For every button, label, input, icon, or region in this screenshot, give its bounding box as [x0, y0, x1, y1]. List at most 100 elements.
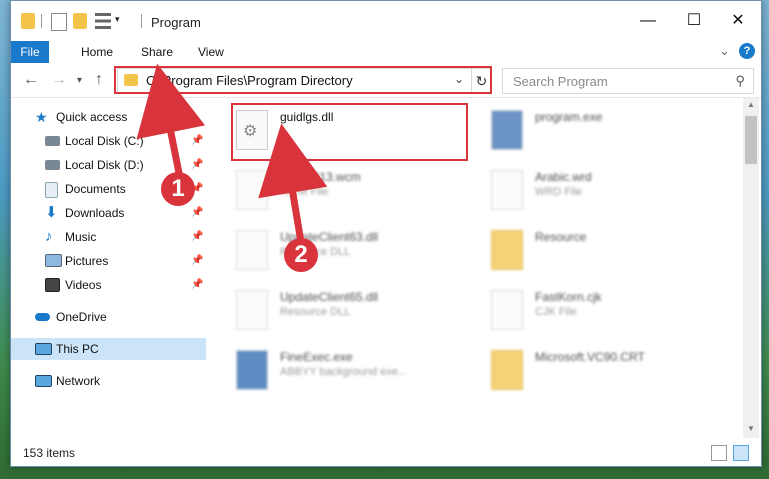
title-bar: ▾ Program — ☐ ✕: [11, 1, 761, 41]
sidebar-item-label: Pictures: [65, 254, 109, 268]
expand-ribbon-icon[interactable]: ⌄: [719, 43, 730, 59]
sidebar-item-label: Videos: [65, 278, 102, 292]
sidebar-item-label: Local Disk (C:): [65, 134, 144, 148]
list-item[interactable]: Resource: [471, 226, 711, 274]
large-icons-view-icon[interactable]: [733, 445, 749, 461]
file-type: WRD File: [535, 186, 583, 198]
sidebar-item-label: Documents: [65, 182, 126, 196]
forward-arrow-icon[interactable]: →: [51, 71, 67, 89]
pin-icon[interactable]: 📌: [191, 130, 203, 152]
new-folder-icon[interactable]: [73, 13, 87, 29]
address-highlight-box: [114, 66, 492, 94]
back-arrow-icon[interactable]: ←: [23, 71, 39, 89]
file-name: Microsoft.VC90.CRT: [535, 350, 645, 364]
tab-home[interactable]: Home: [71, 41, 123, 63]
explorer-window: ▾ Program — ☐ ✕ File Home Share View ⌄ ?…: [10, 0, 762, 467]
sidebar-item-label: OneDrive: [56, 310, 107, 324]
file-type: CJK File: [535, 306, 577, 318]
file-type: WCM File: [280, 186, 329, 198]
network-icon: [35, 375, 52, 387]
sidebar-item-label: Music: [65, 230, 97, 244]
pin-icon[interactable]: 📌: [191, 154, 203, 176]
sidebar-item-music[interactable]: ♪ Music 📌: [11, 226, 206, 248]
drive-icon: [45, 136, 60, 146]
properties-icon[interactable]: [51, 13, 67, 31]
music-icon: ♪: [45, 228, 53, 245]
list-item[interactable]: program.exe: [471, 106, 711, 154]
file-highlight-box: [231, 103, 468, 161]
pictures-icon: [45, 254, 62, 267]
maximize-button[interactable]: ☐: [679, 9, 709, 33]
list-item[interactable]: Arabic.wrd WRD File: [471, 166, 711, 214]
sidebar-item-pictures[interactable]: Pictures 📌: [11, 250, 206, 272]
list-item[interactable]: FineExec.exe ABBYY background exe...: [216, 346, 456, 394]
tab-view[interactable]: View: [188, 41, 234, 63]
file-type: ABBYY background exe...: [280, 366, 407, 378]
dll-file-icon: [236, 290, 268, 330]
drive-icon: [45, 160, 60, 170]
item-count: 153 items: [23, 446, 76, 460]
close-button[interactable]: ✕: [723, 9, 753, 33]
sidebar-item-label: Local Disk (D:): [65, 158, 144, 172]
list-item[interactable]: UpdateClient63.dll Resource DLL: [216, 226, 456, 274]
list-item[interactable]: Microsoft.VC90.CRT: [471, 346, 711, 394]
navigation-bar: ← → ▾ ↑ C:\Program Files\Program Directo…: [11, 63, 761, 98]
folder-icon: [21, 13, 35, 29]
videos-icon: [45, 278, 60, 292]
help-icon[interactable]: ?: [739, 43, 755, 59]
pin-icon[interactable]: 📌: [191, 226, 203, 248]
tab-share[interactable]: Share: [131, 41, 183, 63]
pin-icon[interactable]: 📌: [191, 202, 203, 224]
sidebar-item-videos[interactable]: Videos 📌: [11, 274, 206, 296]
list-item[interactable]: InfoWP13.wcm WCM File: [216, 166, 456, 214]
search-placeholder: Search Program: [513, 74, 608, 89]
list-item[interactable]: FastKorn.cjk CJK File: [471, 286, 711, 334]
file-name: Resource: [535, 230, 587, 244]
sidebar-item-label: This PC: [56, 342, 99, 356]
minimize-button[interactable]: —: [633, 9, 663, 33]
scrollbar-thumb[interactable]: [745, 116, 757, 164]
chevron-down-icon[interactable]: ▾: [115, 14, 120, 25]
file-type: Resource DLL: [280, 306, 351, 318]
sidebar-item-this-pc[interactable]: This PC: [11, 338, 206, 360]
file-name: Arabic.wrd: [535, 170, 592, 184]
sidebar-item-network[interactable]: Network: [11, 370, 206, 392]
file-icon: [491, 170, 523, 210]
sidebar-item-label: Downloads: [65, 206, 125, 220]
search-input[interactable]: Search Program ⚲: [502, 68, 754, 94]
sidebar-item-label: Quick access: [56, 110, 128, 124]
sidebar-item-onedrive[interactable]: OneDrive: [11, 306, 206, 328]
search-icon: ⚲: [735, 73, 745, 88]
recent-locations-icon[interactable]: ▾: [77, 75, 82, 86]
ribbon-tabs: File Home Share View ⌄ ?: [11, 41, 761, 63]
divider: [141, 14, 142, 28]
file-icon: [491, 290, 523, 330]
list-item[interactable]: UpdateClient65.dll Resource DLL: [216, 286, 456, 334]
cloud-icon: [35, 313, 50, 321]
file-name: FastKorn.cjk: [535, 290, 602, 304]
computer-icon: [35, 343, 52, 355]
details-view-icon[interactable]: [711, 445, 727, 461]
navigation-pane: ★ Quick access Local Disk (C:) 📌 Local D…: [11, 98, 206, 438]
divider: [41, 14, 42, 28]
star-icon: ★: [35, 109, 48, 125]
file-name: program.exe: [535, 110, 603, 124]
step-badge-1: 1: [161, 172, 195, 206]
pin-icon[interactable]: 📌: [191, 250, 203, 272]
customize-toolbar-icon[interactable]: [95, 13, 111, 29]
status-bar: 153 items: [11, 441, 761, 465]
pin-icon[interactable]: 📌: [191, 274, 203, 296]
up-arrow-icon[interactable]: ↑: [95, 71, 103, 89]
tab-file[interactable]: File: [11, 41, 49, 63]
file-name: FineExec.exe: [280, 350, 353, 364]
step-badge-2: 2: [284, 238, 318, 272]
file-name: UpdateClient65.dll: [280, 290, 379, 304]
sidebar-item-quick-access[interactable]: ★ Quick access: [11, 106, 206, 128]
vertical-scrollbar[interactable]: ▲ ▼: [743, 98, 759, 438]
scroll-down-icon[interactable]: ▼: [747, 424, 755, 433]
scroll-up-icon[interactable]: ▲: [747, 100, 755, 109]
window-title: Program: [151, 15, 201, 30]
sidebar-item-label: Network: [56, 374, 101, 388]
sidebar-item-local-disk-c[interactable]: Local Disk (C:) 📌: [11, 130, 206, 152]
documents-icon: [45, 182, 58, 198]
